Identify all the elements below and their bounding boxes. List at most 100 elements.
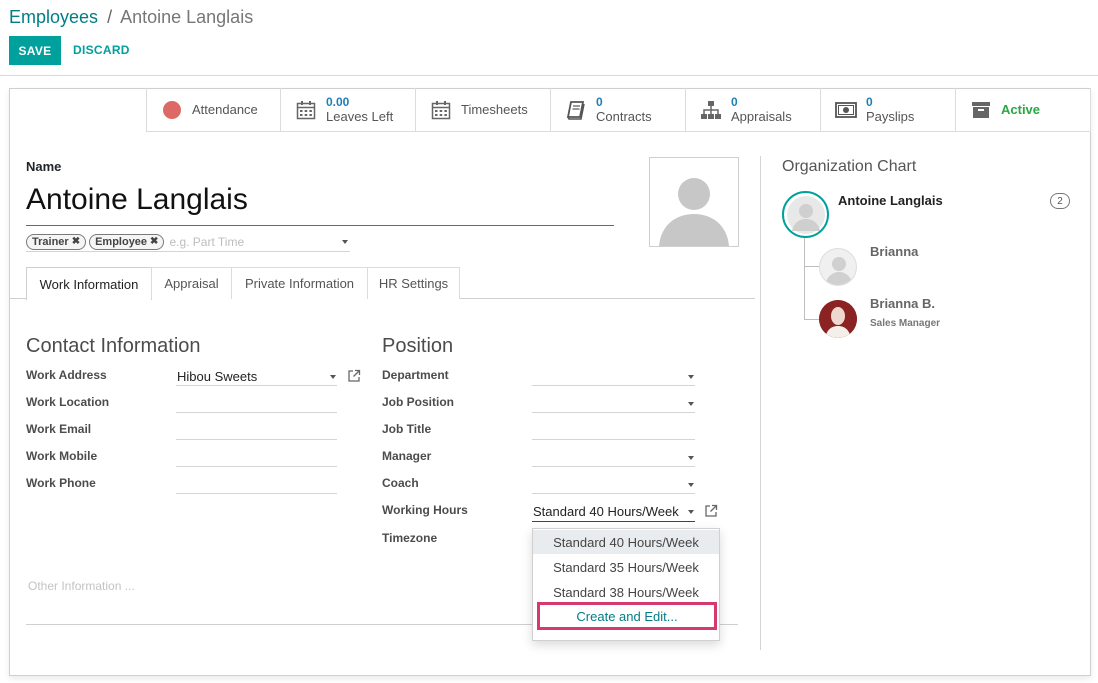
tab-private-information[interactable]: Private Information	[231, 267, 368, 299]
control-panel-divider	[0, 75, 1098, 76]
manager-label: Manager	[382, 449, 432, 463]
contracts-label: Contracts	[596, 108, 652, 124]
org-child-role: Sales Manager	[870, 318, 941, 329]
department-label: Department	[382, 368, 449, 382]
chevron-down-icon[interactable]	[342, 240, 348, 244]
external-link-icon[interactable]	[704, 504, 718, 518]
tag-trainer: Trainer ✖	[26, 233, 87, 250]
job-position-label: Job Position	[382, 395, 454, 409]
leaves-label: Leaves Left	[326, 108, 394, 124]
create-and-edit-option[interactable]: Create and Edit...	[537, 602, 717, 630]
avatar	[819, 300, 857, 338]
attendance-label: Attendance	[192, 102, 258, 117]
tag-remove-icon[interactable]: ✖	[72, 236, 80, 247]
breadcrumb-separator: /	[107, 7, 113, 27]
employee-name-field[interactable]: Antoine Langlais	[26, 181, 614, 226]
work-email-label: Work Email	[26, 422, 92, 436]
job-title-label: Job Title	[382, 422, 432, 436]
smart-button-box: Attendance 0.00 Leaves Left Timesheets 0…	[146, 88, 1091, 132]
book-icon	[565, 99, 587, 121]
chevron-down-icon[interactable]	[688, 483, 694, 487]
work-address-label: Work Address	[26, 368, 107, 382]
calendar-icon	[430, 99, 452, 121]
tab-appraisal[interactable]: Appraisal	[151, 267, 232, 299]
archive-icon	[970, 99, 992, 121]
dropdown-option[interactable]: Standard 35 Hours/Week	[533, 555, 719, 579]
work-email-field[interactable]	[176, 439, 337, 440]
breadcrumb: Employees / Antoine Langlais	[9, 6, 253, 28]
org-tree-line	[804, 238, 805, 320]
timesheets-button[interactable]: Timesheets	[415, 88, 550, 132]
tab-work-information[interactable]: Work Information	[26, 267, 152, 300]
sitemap-icon	[700, 99, 722, 121]
timezone-label: Timezone	[382, 531, 438, 545]
dropdown-option[interactable]: Standard 40 Hours/Week	[533, 530, 719, 554]
leaves-button[interactable]: 0.00 Leaves Left	[280, 88, 415, 132]
working-hours-label: Working Hours	[382, 503, 468, 517]
chevron-down-icon[interactable]	[688, 375, 694, 379]
appraisals-label: Appraisals	[731, 108, 792, 124]
discard-button[interactable]: DISCARD	[73, 43, 130, 57]
appraisals-value: 0	[731, 94, 738, 109]
job-title-field[interactable]	[532, 439, 695, 440]
work-mobile-label: Work Mobile	[26, 449, 98, 463]
timesheets-label: Timesheets	[461, 102, 528, 117]
work-phone-label: Work Phone	[26, 476, 96, 490]
position-title: Position	[382, 335, 454, 357]
org-subordinate-count[interactable]: 2	[1050, 193, 1070, 209]
dropdown-option[interactable]: Standard 38 Hours/Week	[533, 580, 719, 604]
other-information-placeholder[interactable]: Other Information ...	[28, 579, 135, 593]
work-address-field[interactable]	[176, 385, 337, 386]
org-tree-line	[804, 319, 820, 320]
calendar-icon	[295, 99, 317, 121]
org-main-name[interactable]: Antoine Langlais	[838, 193, 943, 208]
leaves-value: 0.00	[326, 94, 350, 109]
tag-employee: Employee ✖	[89, 233, 165, 250]
job-position-field[interactable]	[532, 412, 695, 413]
work-mobile-field[interactable]	[176, 466, 337, 467]
coach-label: Coach	[382, 476, 419, 490]
org-chart-title: Organization Chart	[782, 158, 917, 175]
org-child-name[interactable]: Brianna B.	[870, 296, 935, 311]
payslips-label: Payslips	[866, 108, 915, 124]
contact-information-title: Contact Information	[26, 335, 201, 357]
department-field[interactable]	[532, 385, 695, 386]
work-phone-field[interactable]	[176, 493, 337, 494]
appraisals-button[interactable]: 0 Appraisals	[685, 88, 820, 132]
org-child-name[interactable]: Brianna	[870, 244, 918, 259]
work-location-label: Work Location	[26, 395, 110, 409]
payslips-button[interactable]: 0 Payslips	[820, 88, 955, 132]
chevron-down-icon[interactable]	[688, 510, 694, 514]
tag-remove-icon[interactable]: ✖	[150, 236, 158, 247]
tags-field[interactable]: Trainer ✖ Employee ✖ e.g. Part Time	[26, 232, 350, 252]
working-hours-field[interactable]	[532, 521, 695, 522]
org-tree-line	[804, 266, 820, 267]
employee-photo[interactable]	[649, 157, 739, 247]
save-button[interactable]: SAVE	[9, 36, 61, 65]
coach-field[interactable]	[532, 493, 695, 494]
money-icon	[835, 99, 857, 121]
contracts-value: 0	[596, 94, 603, 109]
avatar	[782, 191, 829, 238]
notebook-tabs: Work Information Appraisal Private Infor…	[10, 267, 755, 300]
tab-hr-settings[interactable]: HR Settings	[367, 267, 460, 299]
chevron-down-icon[interactable]	[688, 456, 694, 460]
tags-input-placeholder[interactable]: e.g. Part Time	[169, 235, 244, 249]
name-label: Name	[26, 159, 62, 174]
active-label: Active	[1001, 102, 1041, 117]
work-address-value[interactable]: Hibou Sweets	[177, 369, 257, 384]
external-link-icon[interactable]	[347, 369, 361, 383]
attendance-button[interactable]: Attendance	[146, 88, 280, 132]
chevron-down-icon[interactable]	[330, 375, 336, 379]
breadcrumb-employees-link[interactable]: Employees	[9, 7, 98, 27]
working-hours-value[interactable]: Standard 40 Hours/Week	[533, 504, 679, 519]
active-toggle-button[interactable]: Active	[955, 88, 1091, 132]
chevron-down-icon[interactable]	[688, 402, 694, 406]
manager-field[interactable]	[532, 466, 695, 467]
working-hours-dropdown: Standard 40 Hours/Week Standard 35 Hours…	[532, 528, 720, 641]
contracts-button[interactable]: 0 Contracts	[550, 88, 685, 132]
work-location-field[interactable]	[176, 412, 337, 413]
payslips-value: 0	[866, 94, 873, 109]
avatar	[819, 248, 857, 286]
breadcrumb-current: Antoine Langlais	[120, 7, 254, 27]
